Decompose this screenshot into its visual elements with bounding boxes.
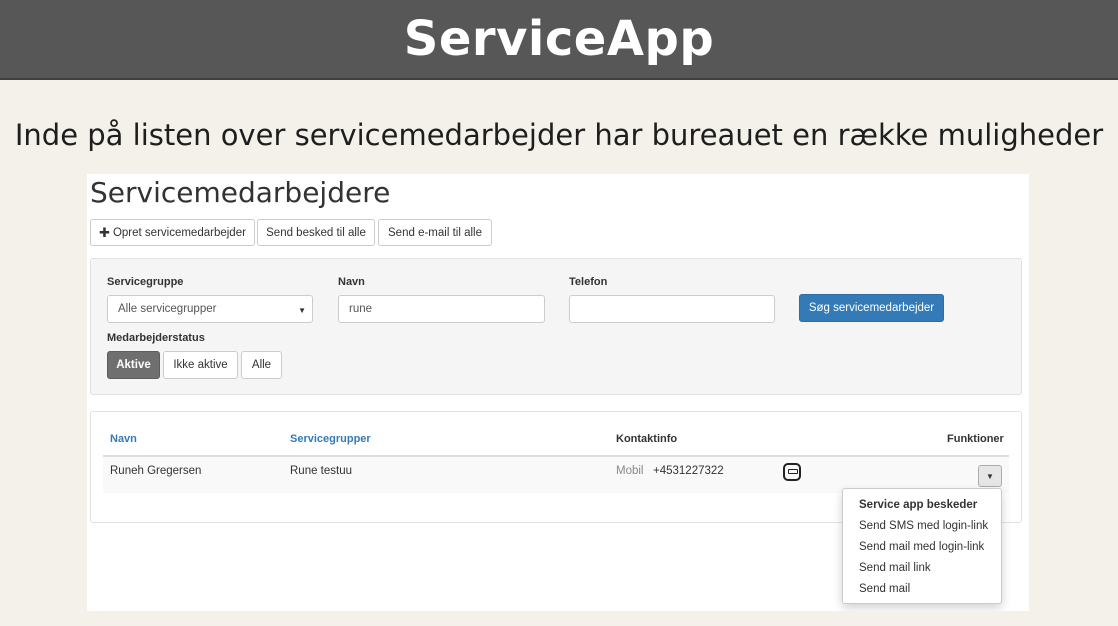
mobile-app-icon xyxy=(783,463,801,481)
column-header-functions: Funktioner xyxy=(947,433,1004,445)
create-employee-label: Opret servicemedarbejder xyxy=(112,226,246,239)
name-label: Navn xyxy=(338,276,365,288)
servicegroup-value: Alle servicegrupper xyxy=(118,303,217,315)
phone-input[interactable] xyxy=(569,295,775,323)
phone-label: Telefon xyxy=(569,276,608,288)
cell-name: Runeh Gregersen xyxy=(110,465,202,477)
slide-header: ServiceApp xyxy=(0,0,1118,80)
plus-icon: ✚ xyxy=(99,224,110,240)
column-header-name[interactable]: Navn xyxy=(110,433,137,445)
status-label: Medarbejderstatus xyxy=(107,332,205,344)
menu-item-send-mail-login-link[interactable]: Send mail med login-link xyxy=(843,537,1001,558)
menu-item-send-sms-login-link[interactable]: Send SMS med login-link xyxy=(843,516,1001,537)
status-all-button[interactable]: Alle xyxy=(241,351,282,379)
status-active-button[interactable]: Aktive xyxy=(107,351,160,379)
caret-down-icon: ▼ xyxy=(986,471,994,481)
column-header-servicegroups[interactable]: Servicegrupper xyxy=(290,433,371,445)
menu-item-send-mail[interactable]: Send mail xyxy=(843,579,1001,600)
send-email-all-button[interactable]: Send e-mail til alle xyxy=(378,219,492,246)
functions-dropdown-menu: Service app beskeder Send SMS med login-… xyxy=(842,488,1002,604)
functions-dropdown-toggle[interactable]: ▼ xyxy=(978,465,1002,487)
slide-subtitle: Inde på listen over servicemedarbejder h… xyxy=(14,118,1104,152)
cell-contact-value: +4531227322 xyxy=(653,465,724,477)
app-screenshot: Servicemedarbejdere ✚ Opret servicemedar… xyxy=(87,174,1029,611)
filter-panel: Servicegruppe Alle servicegrupper ▼ Navn… xyxy=(90,258,1022,395)
name-input[interactable]: rune xyxy=(338,295,545,323)
column-header-contact: Kontaktinfo xyxy=(616,433,678,445)
servicegroup-select[interactable]: Alle servicegrupper ▼ xyxy=(107,295,313,323)
search-employee-button[interactable]: Søg servicemedarbejder xyxy=(799,294,944,322)
servicegroup-label: Servicegruppe xyxy=(107,276,184,288)
send-message-all-button[interactable]: Send besked til alle xyxy=(257,219,375,246)
cell-contact-type: Mobil xyxy=(616,465,644,477)
slide-title: ServiceApp xyxy=(403,11,715,67)
page-title: Servicemedarbejdere xyxy=(90,176,391,209)
menu-header: Service app beskeder xyxy=(859,499,978,511)
status-inactive-button[interactable]: Ikke aktive xyxy=(163,351,238,379)
create-employee-button[interactable]: ✚ Opret servicemedarbejder xyxy=(90,219,255,246)
menu-item-send-mail-link[interactable]: Send mail link xyxy=(843,558,1001,579)
chevron-down-icon: ▼ xyxy=(298,306,306,315)
cell-servicegroup: Rune testuu xyxy=(290,465,353,477)
